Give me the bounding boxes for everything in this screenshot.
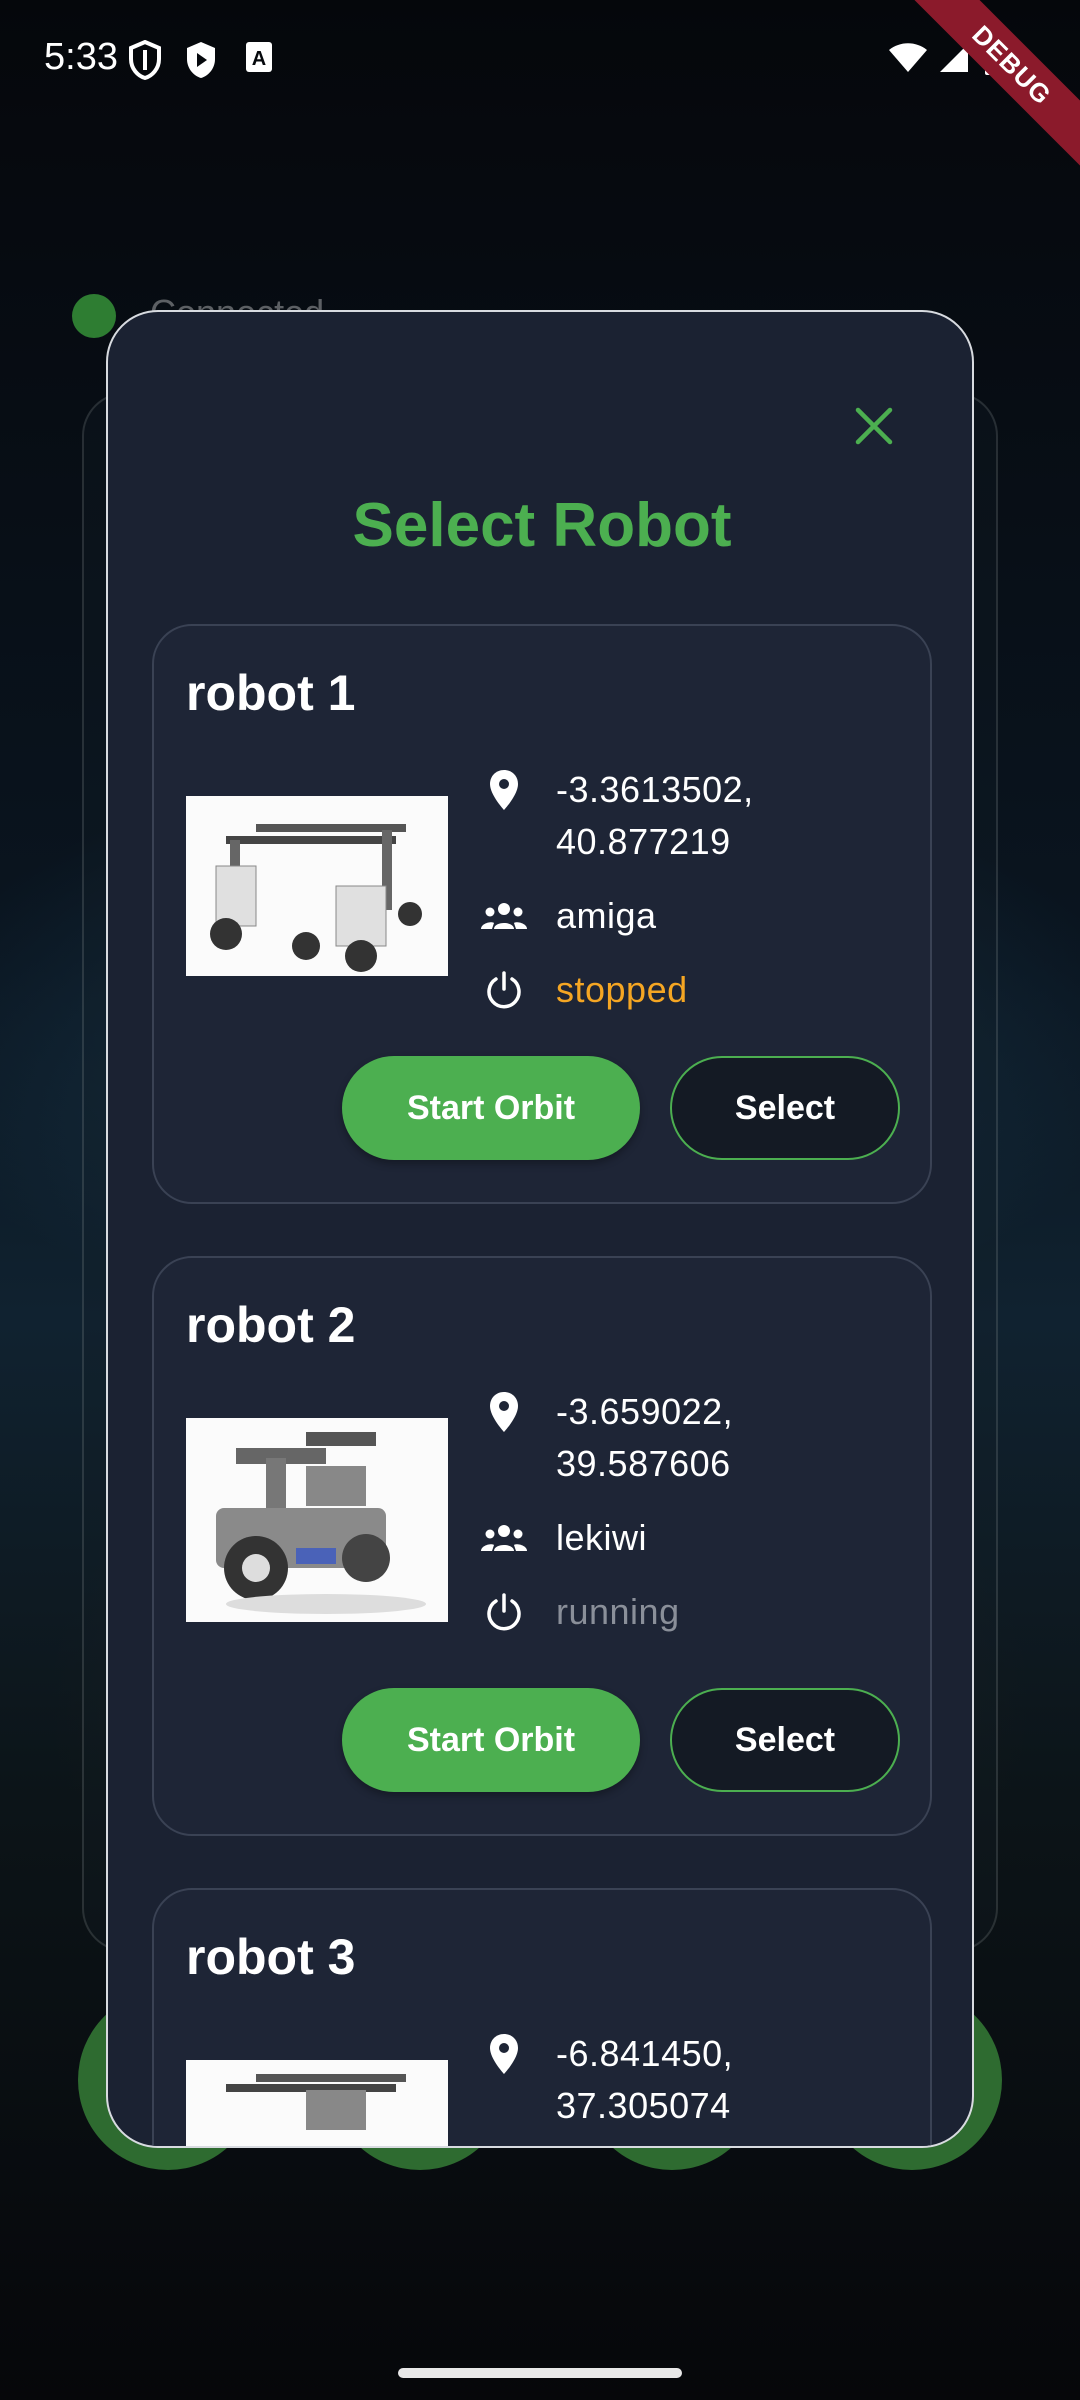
robot-status: stopped — [556, 969, 688, 1010]
play-protect-icon — [184, 40, 218, 85]
robot-location-row: -6.841450, 37.305074 — [478, 2028, 733, 2132]
home-indicator[interactable] — [398, 2368, 682, 2378]
location-pin-icon — [478, 764, 530, 816]
location-pin-icon — [478, 1386, 530, 1438]
robot-status: running — [556, 1591, 680, 1632]
power-icon — [478, 964, 530, 1016]
robot-card: robot 3 -6.841450, 37.305074 — [152, 1888, 932, 2146]
status-bar: 5:33 A DEBUG — [0, 0, 1080, 174]
robot-name: robot 2 — [186, 1297, 356, 1353]
shield-icon — [128, 39, 162, 85]
debug-banner: DEBUG — [880, 0, 1080, 200]
dialog-title: Select Robot — [352, 491, 732, 560]
robot-coords-line1: -6.841450, — [556, 2033, 734, 2074]
robot-coords-line2: 40.877219 — [556, 821, 731, 862]
robot-status-row: stopped — [478, 964, 688, 1016]
robot-coords-line1: -3.3613502, — [556, 769, 754, 810]
robot-group-row: amiga — [478, 890, 657, 942]
connection-dot — [72, 294, 116, 338]
select-button[interactable]: Select — [670, 1688, 900, 1792]
robot-group: lekiwi — [556, 1517, 648, 1558]
select-button[interactable]: Select — [670, 1056, 900, 1160]
robot-coords-line1: -3.659022, — [556, 1391, 734, 1432]
close-button[interactable] — [838, 392, 910, 464]
robot-status-row: running — [478, 1586, 680, 1638]
robot-location-row: -3.3613502, 40.877219 — [478, 764, 754, 868]
power-icon — [478, 1586, 530, 1638]
group-icon — [478, 1512, 530, 1564]
keyboard-a-icon: A — [244, 40, 274, 79]
robot-card: robot 2 -3.659022, 39.587606 lekiwi runn… — [152, 1256, 932, 1836]
debug-label: DEBUG — [903, 0, 1080, 174]
robot-image — [186, 2060, 448, 2146]
robot-image — [186, 796, 448, 976]
svg-text:A: A — [252, 48, 266, 70]
location-pin-icon — [478, 2028, 530, 2080]
robot-list[interactable]: robot 1 -3.3613502, 40.877219 amiga stop… — [152, 624, 932, 2146]
robot-coords-line2: 39.587606 — [556, 1443, 731, 1484]
robot-group-row: lekiwi — [478, 1512, 647, 1564]
robot-card: robot 1 -3.3613502, 40.877219 amiga stop… — [152, 624, 932, 1204]
group-icon — [478, 890, 530, 942]
robot-location-row: -3.659022, 39.587606 — [478, 1386, 733, 1490]
robot-image — [186, 1418, 448, 1622]
start-orbit-button[interactable]: Start Orbit — [342, 1056, 640, 1160]
robot-name: robot 3 — [186, 1929, 356, 1985]
start-orbit-button[interactable]: Start Orbit — [342, 1688, 640, 1792]
robot-group: amiga — [556, 895, 657, 936]
robot-coords-line2: 37.305074 — [556, 2085, 731, 2126]
robot-name: robot 1 — [186, 665, 356, 721]
status-time: 5:33 — [44, 36, 118, 78]
close-icon — [854, 406, 894, 451]
select-robot-dialog: Select Robot robot 1 -3.3613502, 40.8772… — [106, 310, 974, 2148]
